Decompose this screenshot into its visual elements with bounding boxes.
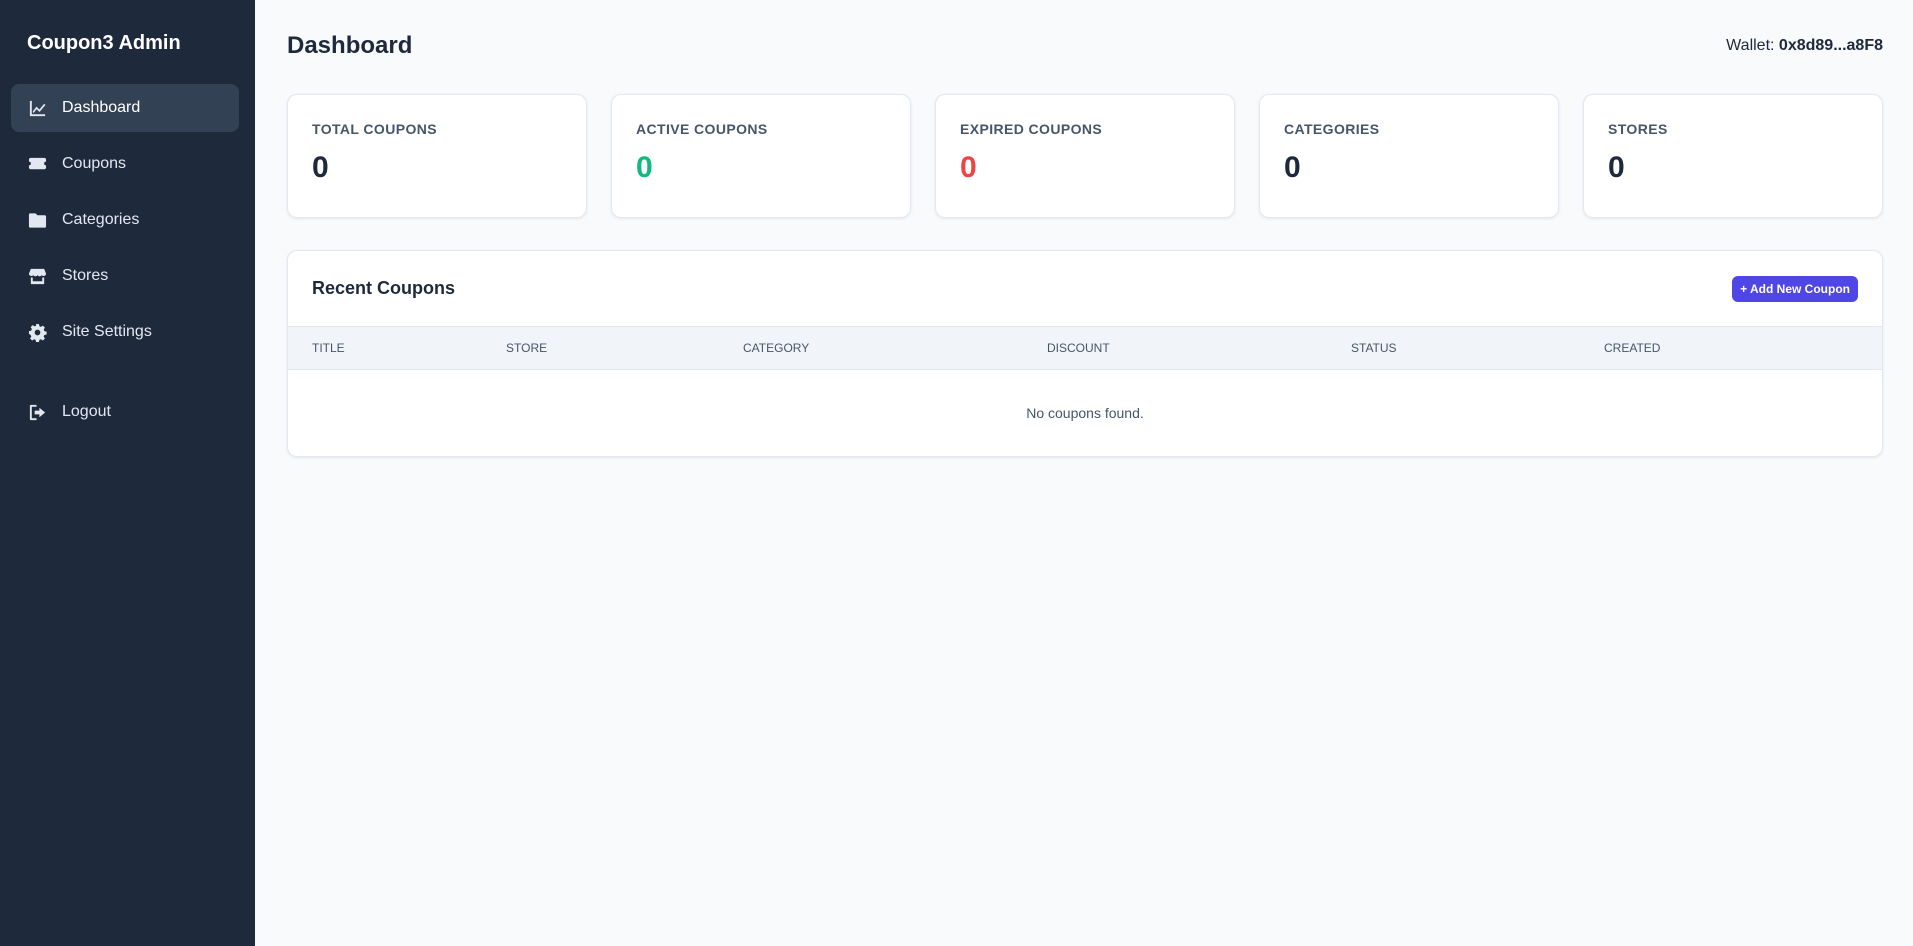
stat-value: 0 <box>636 151 653 184</box>
panel-title: Recent Coupons <box>312 278 456 298</box>
table-header: TITLE STORE CATEGORY DISCOUNT STATUS CRE… <box>288 326 1882 370</box>
coupons-table: TITLE STORE CATEGORY DISCOUNT STATUS CRE… <box>288 326 1882 456</box>
column-header-store[interactable]: STORE <box>506 326 743 370</box>
empty-state-text: No coupons found. <box>1026 404 1144 421</box>
sidebar-item-dashboard[interactable]: Dashboard <box>11 84 239 132</box>
wallet-address: 0x8d89...a8F8 <box>1778 37 1883 54</box>
stat-value: 0 <box>1284 151 1301 184</box>
page-title: Dashboard <box>287 32 413 59</box>
stat-label: ACTIVE COUPONS <box>636 121 768 137</box>
wallet-label: Wallet: <box>1726 37 1775 54</box>
stat-value: 0 <box>960 151 977 184</box>
nav-spacer <box>11 364 239 388</box>
sidebar-item-coupons[interactable]: Coupons <box>11 140 239 188</box>
ticket-icon <box>27 154 47 174</box>
store-icon <box>27 266 47 286</box>
table-row-empty: No coupons found. <box>288 370 1882 456</box>
brand-title: Coupon3 Admin <box>27 32 181 54</box>
sidebar-item-site-settings[interactable]: Site Settings <box>11 308 239 356</box>
stat-card-active-coupons: ACTIVE COUPONS 0 <box>611 94 911 218</box>
topbar: Dashboard Wallet: 0x8d89...a8F8 <box>287 30 1883 62</box>
add-new-coupon-button[interactable]: + Add New Coupon <box>1732 275 1858 302</box>
recent-coupons-panel: Recent Coupons + Add New Coupon TITLE ST… <box>287 250 1883 457</box>
stat-card-stores: STORES 0 <box>1583 94 1883 218</box>
app-root: Coupon3 Admin Dashboard Coupons Categori… <box>0 0 1913 946</box>
sidebar-item-label: Site Settings <box>62 323 152 340</box>
stat-label: STORES <box>1608 121 1668 137</box>
stat-label: CATEGORIES <box>1284 121 1380 137</box>
main-content: Dashboard Wallet: 0x8d89...a8F8 TOTAL CO… <box>255 0 1913 946</box>
sidebar-item-label: Coupons <box>62 155 127 172</box>
sidebar-item-logout[interactable]: Logout <box>11 388 239 436</box>
sidebar: Coupon3 Admin Dashboard Coupons Categori… <box>0 0 255 946</box>
gear-icon <box>27 322 47 342</box>
stats-row: TOTAL COUPONS 0 ACTIVE COUPONS 0 EXPIRED… <box>287 94 1883 218</box>
stat-card-total-coupons: TOTAL COUPONS 0 <box>287 94 587 218</box>
table-body: No coupons found. <box>288 370 1882 456</box>
stat-card-categories: CATEGORIES 0 <box>1259 94 1559 218</box>
logout-icon <box>27 402 47 422</box>
column-header-status[interactable]: STATUS <box>1351 326 1604 370</box>
wallet-info: Wallet: 0x8d89...a8F8 <box>1726 37 1883 55</box>
sidebar-nav: Dashboard Coupons Categories Stores Site… <box>0 84 255 436</box>
sidebar-item-label: Logout <box>62 403 111 420</box>
sidebar-item-label: Dashboard <box>62 99 141 116</box>
stat-card-expired-coupons: EXPIRED COUPONS 0 <box>935 94 1235 218</box>
sidebar-item-stores[interactable]: Stores <box>11 252 239 300</box>
sidebar-item-categories[interactable]: Categories <box>11 196 239 244</box>
folder-icon <box>27 210 47 230</box>
sidebar-item-label: Stores <box>62 267 109 284</box>
stat-label: EXPIRED COUPONS <box>960 121 1103 137</box>
column-header-created[interactable]: CREATED <box>1604 326 1882 370</box>
panel-header: Recent Coupons + Add New Coupon <box>288 251 1882 326</box>
table-header-row: TITLE STORE CATEGORY DISCOUNT STATUS CRE… <box>288 326 1882 370</box>
column-header-category[interactable]: CATEGORY <box>743 326 1047 370</box>
column-header-discount[interactable]: DISCOUNT <box>1047 326 1351 370</box>
chart-line-icon <box>27 98 47 118</box>
stat-value: 0 <box>1608 151 1625 184</box>
sidebar-item-label: Categories <box>62 211 140 228</box>
column-header-title[interactable]: TITLE <box>288 326 506 370</box>
stat-label: TOTAL COUPONS <box>312 121 437 137</box>
stat-value: 0 <box>312 151 329 184</box>
